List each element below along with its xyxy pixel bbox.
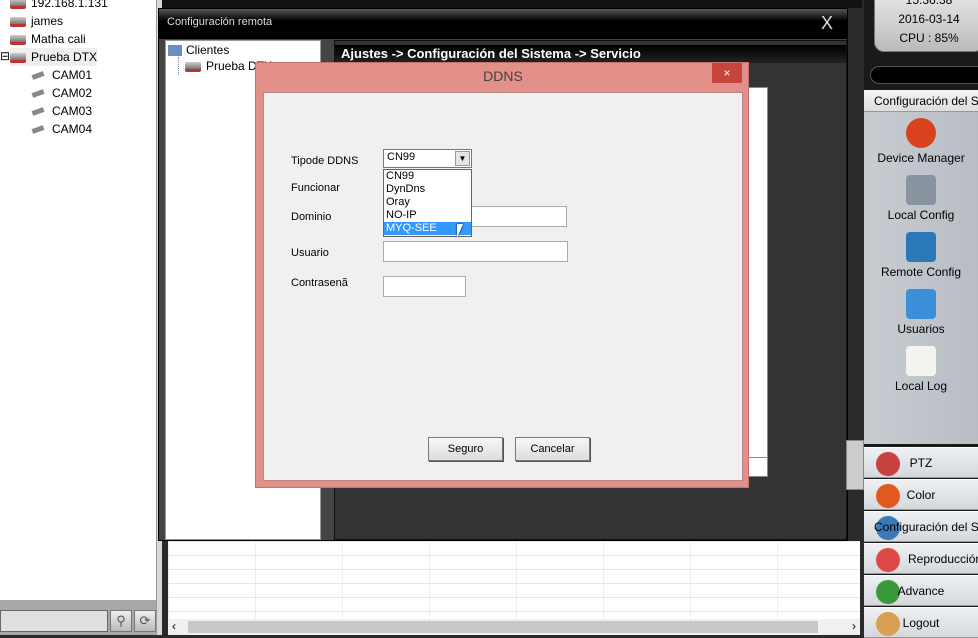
scroll-thumb[interactable]	[188, 621, 818, 633]
status-box: 15:36:38 2016-03-14 CPU : 85%	[874, 0, 978, 52]
item-label: CAM04	[52, 122, 93, 136]
ok-button[interactable]: Seguro	[428, 437, 503, 461]
search-button[interactable]: ⚲	[110, 610, 132, 632]
ddns-type-select[interactable]: CN99 ▼	[383, 149, 472, 168]
window-title: Configuración remota	[159, 9, 847, 39]
item-label: 192.168.1.131	[31, 0, 108, 10]
tool-label: Remote Config	[880, 265, 962, 279]
option-oray[interactable]: Oray	[384, 196, 471, 209]
scroll-left-icon[interactable]: ‹	[172, 619, 176, 633]
users-icon	[906, 289, 936, 319]
camera-icon	[31, 125, 45, 135]
item-label: Prueba DTX	[31, 50, 98, 64]
tool-label: Local Log	[894, 379, 948, 393]
menu-ptz[interactable]: PTZ	[864, 447, 978, 478]
device-icon	[10, 16, 26, 27]
horizontal-scrollbar[interactable]: ‹ ›	[168, 619, 860, 635]
enable-label: Funcionar	[291, 182, 340, 194]
ddns-type-label: Tipode DDNS	[291, 155, 359, 167]
menu-label: Advance	[897, 584, 945, 598]
camera-item[interactable]: CAM04	[31, 120, 93, 138]
vertical-scrollbar[interactable]	[846, 440, 864, 490]
domain-input[interactable]	[471, 206, 567, 227]
menu-playback[interactable]: Reproducción	[864, 543, 978, 574]
item-label: Matha cali	[31, 32, 86, 46]
item-label: CAM02	[52, 86, 93, 100]
item-label: CAM01	[52, 68, 93, 82]
tool-device-manager[interactable]: Device Manager	[864, 118, 978, 165]
section-header: Configuración del Sistema	[864, 90, 978, 112]
password-label: Contrasenã	[291, 277, 348, 289]
data-grid	[168, 541, 860, 619]
right-sidebar: 15:36:38 2016-03-14 CPU : 85% Configurac…	[864, 0, 978, 638]
refresh-button[interactable]: ⟳	[134, 610, 156, 632]
collapse-toggle[interactable]: ⊟	[0, 47, 10, 65]
menu-color[interactable]: Color	[864, 479, 978, 510]
progress-bar	[870, 66, 978, 84]
tree-root-label: Clientes	[186, 43, 230, 57]
chevron-down-icon[interactable]: ▼	[455, 151, 470, 166]
device-item[interactable]: Prueba DTX	[10, 48, 98, 66]
menu-label: Configuración del Sistema	[874, 520, 978, 534]
item-label: james	[31, 14, 64, 28]
video-strip	[162, 0, 862, 8]
date: 2016-03-14	[898, 12, 960, 26]
device-icon	[10, 52, 26, 63]
tool-label: Usuarios	[897, 322, 945, 336]
camera-icon	[31, 107, 45, 117]
menu-advance[interactable]: Advance	[864, 575, 978, 606]
device-icon	[10, 0, 26, 9]
mouse-cursor-icon	[457, 224, 463, 238]
select-value: CN99	[387, 151, 416, 163]
option-cn99[interactable]: CN99	[384, 170, 471, 183]
device-tree-panel: ⊟ 192.168.1.131 james Matha cali Prueba DTX…	[0, 0, 156, 635]
tool-list: Device Manager Local Config Remote Config U…	[864, 112, 978, 444]
ddns-dialog: DDNS × Tipode DDNS Funcionar Dominio Usu…	[255, 62, 749, 488]
device-item[interactable]: james	[10, 12, 63, 30]
cpu: CPU : 85%	[899, 31, 959, 45]
camera-item[interactable]: CAM02	[31, 84, 93, 102]
tool-log[interactable]: Local Log	[864, 346, 978, 393]
close-button[interactable]: ×	[712, 63, 742, 83]
remote-config-icon	[906, 232, 936, 262]
item-label: CAM03	[52, 104, 93, 118]
tool-label: Device Manager	[877, 151, 965, 165]
tool-label: Local Config	[887, 208, 955, 222]
camera-item[interactable]: CAM03	[31, 102, 93, 120]
camera-icon	[31, 89, 45, 99]
log-icon	[906, 346, 936, 376]
device-manager-icon	[906, 118, 936, 148]
folder-icon	[168, 45, 182, 57]
local-config-icon	[906, 175, 936, 205]
dialog-body: Tipode DDNS Funcionar Dominio Usuario Co…	[263, 92, 743, 481]
domain-label: Dominio	[291, 211, 332, 223]
password-input[interactable]	[383, 276, 466, 297]
device-item[interactable]: 192.168.1.131	[10, 0, 108, 12]
menu-system-config[interactable]: Configuración del Sistema	[864, 511, 978, 542]
tool-users[interactable]: Usuarios	[864, 289, 978, 336]
option-dyndns[interactable]: DynDns	[384, 183, 471, 196]
user-input[interactable]	[383, 241, 568, 262]
scroll-right-icon[interactable]: ›	[852, 619, 856, 633]
option-no-ip[interactable]: NO-IP	[384, 209, 471, 222]
device-icon	[185, 61, 201, 72]
menu-label: PTZ	[909, 456, 933, 470]
tool-local-config[interactable]: Local Config	[864, 175, 978, 222]
menu-label: Color	[906, 488, 936, 502]
user-label: Usuario	[291, 247, 329, 259]
search-input[interactable]	[0, 610, 108, 632]
device-icon	[10, 34, 26, 45]
camera-icon	[31, 71, 45, 81]
breadcrumb: Ajustes -> Configuración del Sistema -> …	[335, 45, 846, 63]
dialog-title: DDNS	[483, 68, 523, 84]
menu-logout[interactable]: Logout	[864, 607, 978, 638]
camera-item[interactable]: CAM01	[31, 66, 93, 84]
device-item[interactable]: Matha cali	[10, 30, 86, 48]
close-icon[interactable]: X	[821, 13, 833, 34]
menu-label: Logout	[902, 616, 940, 630]
tool-remote-config[interactable]: Remote Config	[864, 232, 978, 279]
time: 15:36:38	[905, 0, 953, 7]
cancel-button[interactable]: Cancelar	[515, 437, 590, 461]
menu-label: Reproducción	[908, 552, 978, 566]
